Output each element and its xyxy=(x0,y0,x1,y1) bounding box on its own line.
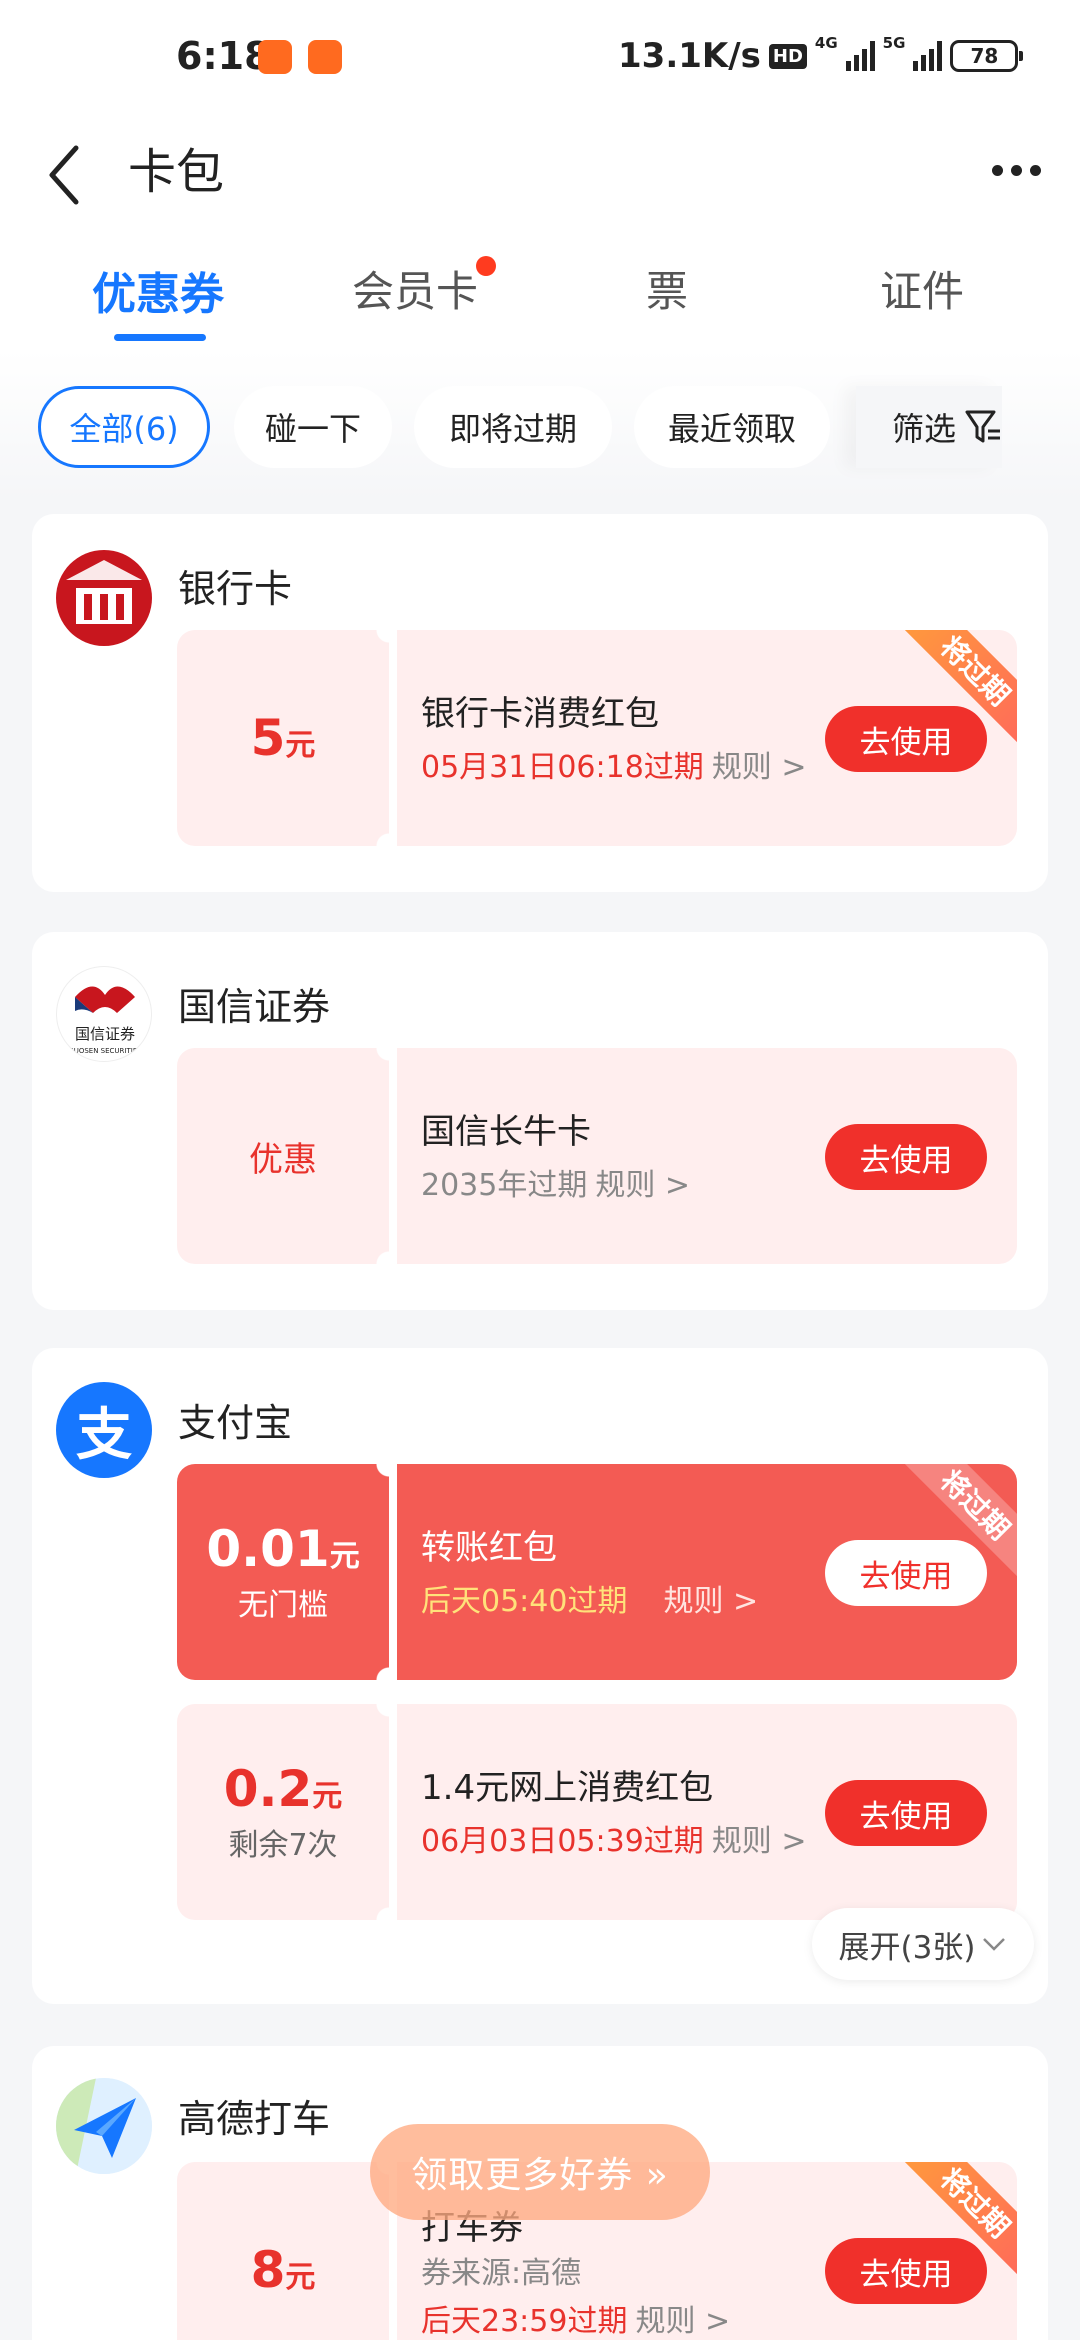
amap-logo-icon xyxy=(56,2078,152,2174)
coupon-details: 银行卡消费红包 05月31日06:18过期 规则 > 去使用 将过期 xyxy=(397,630,1017,846)
merchant-card-bank: 银行卡 5元 银行卡消费红包 05月31日06:18过期 规则 > 去使用 将过期 xyxy=(32,514,1048,892)
back-arrow-icon[interactable] xyxy=(44,130,104,220)
merchant-name: 银行卡 xyxy=(178,567,293,611)
filter-bar: 全部(6) 碰一下 即将过期 最近领取 筛选 xyxy=(0,350,1080,500)
coupon-remaining: 剩余7次 xyxy=(228,1828,338,1863)
coupon-source: 券来源:高德 xyxy=(421,2256,582,2291)
get-more-coupons-button[interactable]: 领取更多好券 » xyxy=(370,2124,710,2220)
app-notification-icon xyxy=(258,40,292,74)
coupon-value: 优惠 xyxy=(177,1048,403,1264)
active-tab-indicator xyxy=(114,334,206,341)
battery-icon: 78 xyxy=(950,40,1024,72)
coupon-value: 8元 xyxy=(177,2162,403,2340)
coupon-expiry: 后天05:40过期 规则 > xyxy=(421,1584,759,1619)
page-title: 卡包 xyxy=(128,144,225,200)
coupon-expiry: 后天23:59过期 规则 > xyxy=(421,2304,731,2339)
bank-logo-icon xyxy=(56,550,152,646)
notification-dot xyxy=(476,256,496,276)
coupon-name: 转账红包 xyxy=(421,1528,557,1568)
tab-bar: 优惠券 会员卡 票 证件 xyxy=(0,240,1080,350)
chevron-down-icon xyxy=(983,1938,1006,1951)
coupon-item[interactable]: 5元 银行卡消费红包 05月31日06:18过期 规则 > 去使用 将过期 xyxy=(177,630,1017,846)
coupon-amount: 0.01 xyxy=(206,1520,330,1578)
hd-icon: HD xyxy=(768,43,807,69)
filter-button[interactable]: 筛选 xyxy=(856,386,1003,468)
coupon-unit: 元 xyxy=(312,1779,343,1814)
use-coupon-button[interactable]: 去使用 xyxy=(825,2238,987,2304)
svg-text:国信证券: 国信证券 xyxy=(75,1025,135,1043)
coupon-value: 5元 xyxy=(177,630,403,846)
merchant-name: 高德打车 xyxy=(178,2097,331,2141)
network-speed: 13.1K/s xyxy=(618,36,761,76)
coupon-amount: 优惠 xyxy=(249,1139,317,1180)
coupon-details: 1.4元网上消费红包 06月03日05:39过期 规则 > 去使用 xyxy=(397,1704,1017,1920)
network-type-label: 5G xyxy=(882,34,906,52)
tab-coupons[interactable]: 优惠券 xyxy=(92,258,224,322)
coupon-name: 银行卡消费红包 xyxy=(421,694,659,734)
merchant-card-guosen: 国信证券 GUOSEN SECURITIES 国信证券 优惠 国信长牛卡 203… xyxy=(32,932,1048,1310)
expand-label: 展开(3张) xyxy=(838,1929,976,1966)
coupon-unit: 元 xyxy=(329,1539,360,1574)
rule-link[interactable]: 规则 > xyxy=(635,2304,730,2339)
coupon-amount: 0.2 xyxy=(223,1760,313,1818)
tab-tickets[interactable]: 票 xyxy=(646,258,688,319)
merchant-card-alipay: 支 支付宝 0.01元 无门槛 转账红包 后天05:40过期 规则 > 去使用 将… xyxy=(32,1348,1048,2004)
status-indicators: 13.1K/s HD 4G 5G 78 xyxy=(618,34,1024,76)
app-header: 卡包 xyxy=(0,120,1080,240)
coupon-amount: 5 xyxy=(250,709,286,767)
funnel-icon xyxy=(965,410,1001,443)
rule-link[interactable]: 规则 > xyxy=(712,750,807,785)
expand-button[interactable]: 展开(3张) xyxy=(812,1908,1034,1980)
network-type-label: 4G xyxy=(814,34,838,52)
coupon-expiry: 06月03日05:39过期 规则 > xyxy=(421,1824,807,1859)
alipay-logo-icon: 支 xyxy=(56,1382,152,1478)
coupon-item[interactable]: 0.2元 剩余7次 1.4元网上消费红包 06月03日05:39过期 规则 > 去… xyxy=(177,1704,1017,1920)
filter-chip-recent[interactable]: 最近领取 xyxy=(634,386,830,468)
use-coupon-button[interactable]: 去使用 xyxy=(825,1540,987,1606)
coupon-value: 0.2元 剩余7次 xyxy=(177,1704,403,1920)
app-notification-icon xyxy=(308,40,342,74)
rule-link[interactable]: 规则 > xyxy=(595,1168,690,1203)
merchant-name: 国信证券 xyxy=(178,985,331,1029)
coupon-unit: 元 xyxy=(285,728,316,763)
rule-link[interactable]: 规则 > xyxy=(663,1584,758,1619)
signal-icon xyxy=(845,41,875,71)
coupon-name: 1.4元网上消费红包 xyxy=(421,1768,714,1808)
use-coupon-button[interactable]: 去使用 xyxy=(825,1124,987,1190)
coupon-threshold: 无门槛 xyxy=(238,1588,328,1623)
coupon-details: 国信长牛卡 2035年过期 规则 > 去使用 xyxy=(397,1048,1017,1264)
tab-member-cards[interactable]: 会员卡 xyxy=(352,258,478,319)
filter-chip-tap[interactable]: 碰一下 xyxy=(234,386,392,468)
tab-certificates[interactable]: 证件 xyxy=(880,258,964,319)
filter-label: 筛选 xyxy=(892,410,957,448)
signal-icon xyxy=(913,41,943,71)
coupon-amount: 8 xyxy=(250,2241,286,2299)
coupon-details: 转账红包 后天05:40过期 规则 > 去使用 将过期 xyxy=(397,1464,1017,1680)
coupon-expiry: 05月31日06:18过期 规则 > xyxy=(421,750,807,785)
guosen-logo-icon: 国信证券 GUOSEN SECURITIES xyxy=(56,966,152,1062)
use-coupon-button[interactable]: 去使用 xyxy=(825,1780,987,1846)
coupon-item[interactable]: 0.01元 无门槛 转账红包 后天05:40过期 规则 > 去使用 将过期 xyxy=(177,1464,1017,1680)
use-coupon-button[interactable]: 去使用 xyxy=(825,706,987,772)
rule-link[interactable]: 规则 > xyxy=(712,1824,807,1859)
coupon-expiry: 2035年过期 规则 > xyxy=(421,1168,691,1203)
more-options-icon[interactable] xyxy=(986,150,1046,190)
status-time: 6:18 xyxy=(176,34,271,78)
filter-chip-all[interactable]: 全部(6) xyxy=(38,386,210,468)
coupon-name: 国信长牛卡 xyxy=(421,1112,591,1152)
filter-chip-expiring[interactable]: 即将过期 xyxy=(414,386,612,468)
merchant-name: 支付宝 xyxy=(178,1401,293,1445)
coupon-value: 0.01元 无门槛 xyxy=(177,1464,403,1680)
coupon-item[interactable]: 优惠 国信长牛卡 2035年过期 规则 > 去使用 xyxy=(177,1048,1017,1264)
svg-text:GUOSEN SECURITIES: GUOSEN SECURITIES xyxy=(68,1047,142,1055)
coupon-unit: 元 xyxy=(285,2260,316,2295)
status-bar: 6:18 13.1K/s HD 4G 5G 78 xyxy=(0,0,1080,120)
